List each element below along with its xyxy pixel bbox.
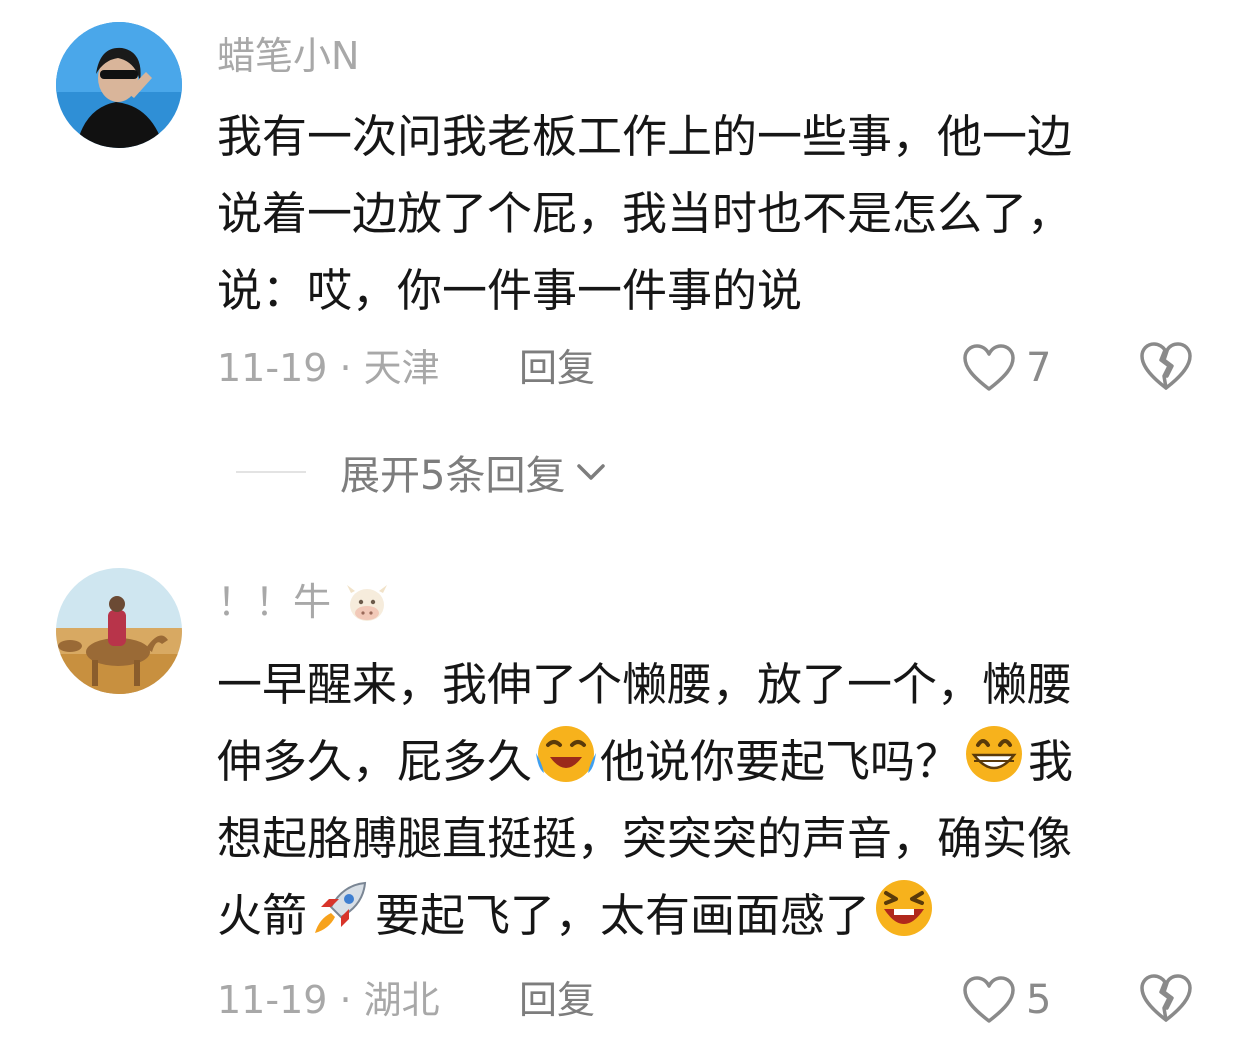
comment-line: 说：哎，你一件事一件事的说 <box>217 264 803 317</box>
text-segment: 想起胳膊腿直挺挺，突突突的声音，确实像 <box>217 812 1073 865</box>
text-segment: 他说你要起飞吗？ <box>600 735 961 788</box>
heart-icon <box>963 976 1015 1023</box>
username[interactable]: ！！牛 <box>217 578 391 626</box>
comment-line: 说着一边放了个屁，我当时也不是怎么了， <box>217 187 1073 240</box>
broken-heart-icon <box>1140 974 1192 1022</box>
text-segment: 一早醒来，我伸了个懒腰，放了一个，懒腰 <box>217 658 1073 711</box>
cow-face-icon <box>347 585 388 621</box>
comment-meta: 11-19 · 湖北 回复 <box>217 976 595 1024</box>
comment-line: 伸多久，屁多久 他说你要起飞吗？ 我 <box>217 723 1207 800</box>
like-button[interactable]: 5 <box>962 972 1072 1028</box>
comment-line: 一早醒来，我伸了个懒腰，放了一个，懒腰 <box>217 646 1207 723</box>
date-location: 11-19 · 湖北 <box>217 978 440 1022</box>
like-count: 5 <box>1026 977 1052 1023</box>
text-segment: 伸多久，屁多久 <box>217 735 533 788</box>
dislike-button[interactable] <box>1138 340 1194 396</box>
divider-line <box>236 471 306 473</box>
heart-icon <box>963 344 1015 391</box>
like-button[interactable]: 7 <box>962 340 1072 396</box>
date-location: 11-19 · 天津 <box>217 346 440 390</box>
expand-replies-button[interactable]: 展开5条回复 <box>236 446 607 499</box>
reply-button[interactable]: 回复 <box>519 344 595 392</box>
comment-text: 一早醒来，我伸了个懒腰，放了一个，懒腰 伸多久，屁多久 他说你要起飞吗？ 我 想… <box>217 646 1207 954</box>
grinning-face-icon <box>966 726 1023 782</box>
user-avatar[interactable] <box>56 568 182 694</box>
text-segment: 要起飞了，太有画面感了 <box>375 889 871 942</box>
rocket-icon <box>315 881 367 933</box>
expand-replies-label: 展开5条回复 <box>340 453 566 499</box>
like-count: 7 <box>1026 345 1052 391</box>
user-avatar[interactable] <box>56 22 182 148</box>
comment-line: 火箭 要起飞了，太有画面感了 <box>217 877 1207 954</box>
comment-line: 我有一次问我老板工作上的一些事，他一边 <box>217 110 1073 163</box>
username-text: ！！牛 <box>217 580 332 624</box>
text-segment: 我 <box>1028 735 1074 788</box>
dislike-button[interactable] <box>1138 972 1194 1028</box>
face-with-tears-of-joy-icon <box>536 726 597 782</box>
laughing-face-icon <box>876 880 933 936</box>
reply-button[interactable]: 回复 <box>519 976 595 1024</box>
broken-heart-icon <box>1140 342 1192 390</box>
chevron-down-icon <box>577 464 606 480</box>
avatar-image <box>56 22 182 148</box>
comment-line: 想起胳膊腿直挺挺，突突突的声音，确实像 <box>217 800 1207 877</box>
text-segment: 火箭 <box>217 889 308 942</box>
avatar-image <box>56 568 182 694</box>
comment-text: 我有一次问我老板工作上的一些事，他一边 说着一边放了个屁，我当时也不是怎么了， … <box>217 98 1207 329</box>
comment-meta: 11-19 · 天津 回复 <box>217 344 595 392</box>
username[interactable]: 蜡笔小N <box>217 32 359 80</box>
